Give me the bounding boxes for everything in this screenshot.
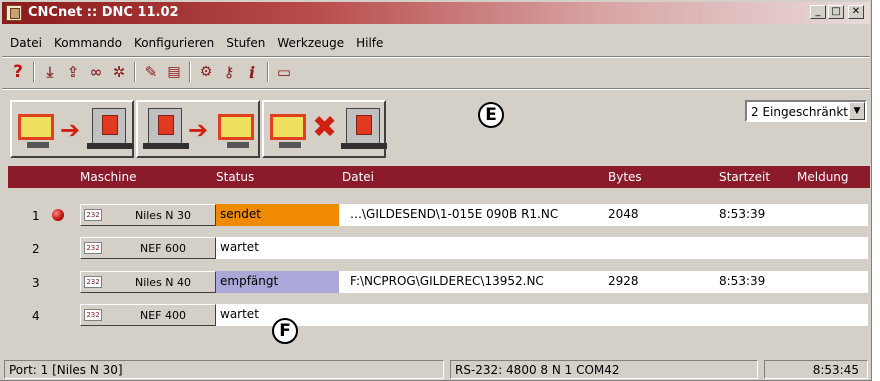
header-status[interactable]: Status <box>216 170 254 184</box>
table-row: 4 232 NEF 400 wartet <box>8 304 868 326</box>
title-bar: CNCnet :: DNC 11.02 _ □ ✕ <box>2 2 870 24</box>
minimize-button[interactable]: _ <box>810 5 826 19</box>
status-led-icon <box>52 209 64 221</box>
receive-from-machine-button[interactable]: ➔ <box>136 100 260 158</box>
callout-label: E <box>478 102 504 128</box>
close-button[interactable]: ✕ <box>848 5 864 19</box>
upload-icon[interactable]: ⇪ <box>63 62 83 82</box>
rs232-tag: 232 <box>84 242 102 254</box>
status-cell: empfängt <box>216 271 339 293</box>
machine-name: NEF 400 <box>140 309 186 322</box>
toolbar-separator <box>33 62 35 82</box>
rs232-tag: 232 <box>84 309 102 321</box>
bytes-cell: 2928 <box>608 274 639 288</box>
file-cell: …\GILDESEND\1-015E 090B R1.NC <box>350 207 559 221</box>
machine-button[interactable]: 232 Niles N 40 <box>80 271 216 293</box>
send-to-machine-button[interactable]: ➔ <box>10 100 134 158</box>
machine-name: NEF 600 <box>140 242 186 255</box>
app-window: CNCnet :: DNC 11.02 _ □ ✕ Datei Kommando… <box>0 0 872 381</box>
pc-icon <box>18 114 54 148</box>
machine-icon[interactable]: ⚙ <box>196 62 216 82</box>
toolbar-separator <box>134 62 136 82</box>
access-level-dropdown[interactable]: 2 Eingeschränkt ▼ <box>745 100 867 122</box>
menu-stufen[interactable]: Stufen <box>220 36 271 54</box>
arrow-right-icon: ➔ <box>188 116 209 144</box>
table-row: 1 232 Niles N 30 sendet …\GILDESEND\1-01… <box>8 204 868 226</box>
cross-icon: ✖ <box>312 110 338 145</box>
table-row: 3 232 Niles N 40 empfängt F:\NCPROG\GILD… <box>8 271 868 293</box>
start-cell: 8:53:39 <box>719 274 766 288</box>
dropdown-value: 2 Eingeschränkt <box>751 105 848 119</box>
row-number: 2 <box>32 242 40 256</box>
menu-separator <box>2 56 870 58</box>
toolbar: ? ⤓ ⇪ ∞ ✲ ✎ ▤ ⚙ ⚷ i ▭ <box>8 60 297 84</box>
machine-button[interactable]: 232 Niles N 30 <box>80 204 216 226</box>
header-machine[interactable]: Maschine <box>80 170 136 184</box>
row-number: 1 <box>32 209 40 223</box>
maximize-button[interactable]: □ <box>828 5 844 19</box>
app-icon <box>6 5 22 21</box>
toolbar-separator-line <box>2 88 870 90</box>
link-icon[interactable]: ∞ <box>86 62 106 82</box>
info-icon[interactable]: i <box>242 62 262 82</box>
trash-icon[interactable]: ▤ <box>164 62 184 82</box>
machine-icon <box>341 108 387 149</box>
status-cell: wartet <box>216 237 339 259</box>
status-serial: RS-232: 4800 8 N 1 COM42 <box>450 360 758 379</box>
machine-icon <box>87 108 133 149</box>
window-title: CNCnet :: DNC 11.02 <box>28 5 179 20</box>
row-info: sendet …\GILDESEND\1-015E 090B R1.NC 204… <box>216 204 868 226</box>
arrow-right-icon: ➔ <box>60 116 81 144</box>
rs232-tag: 232 <box>84 209 102 221</box>
cancel-transfer-button[interactable]: ✖ <box>262 100 387 158</box>
gear-icon[interactable]: ✲ <box>109 62 129 82</box>
toolbar-separator <box>267 62 269 82</box>
rs232-tag: 232 <box>84 276 102 288</box>
menu-werkzeuge[interactable]: Werkzeuge <box>271 36 350 54</box>
pc-icon <box>218 114 254 148</box>
help-icon[interactable]: ? <box>8 62 28 82</box>
header-start[interactable]: Startzeit <box>719 170 770 184</box>
machine-icon <box>143 108 189 149</box>
row-info: wartet <box>216 237 868 259</box>
callout-label: F <box>272 318 298 344</box>
machine-button[interactable]: 232 NEF 400 <box>80 304 216 326</box>
row-number: 3 <box>32 276 40 290</box>
pencil-icon[interactable]: ✎ <box>141 62 161 82</box>
row-info: wartet <box>216 304 868 326</box>
machine-name: Niles N 30 <box>134 209 192 222</box>
machine-button[interactable]: 232 NEF 600 <box>80 237 216 259</box>
start-cell: 8:53:39 <box>719 207 766 221</box>
column-header: Maschine Status Datei Bytes Startzeit Me… <box>8 166 870 188</box>
menu-datei[interactable]: Datei <box>4 36 48 54</box>
menu-konfigurieren[interactable]: Konfigurieren <box>128 36 220 54</box>
row-info: empfängt F:\NCPROG\GILDEREC\13952.NC 292… <box>216 271 868 293</box>
table-row: 2 232 NEF 600 wartet <box>8 237 868 259</box>
header-message[interactable]: Meldung <box>797 170 849 184</box>
status-cell: sendet <box>216 204 339 226</box>
row-number: 4 <box>32 309 40 323</box>
header-bytes[interactable]: Bytes <box>608 170 642 184</box>
status-port: Port: 1 [Niles N 30] <box>4 360 444 379</box>
header-file[interactable]: Datei <box>342 170 374 184</box>
download-icon[interactable]: ⤓ <box>40 62 60 82</box>
chevron-down-icon[interactable]: ▼ <box>849 102 865 120</box>
toolbar-separator <box>189 62 191 82</box>
file-cell: F:\NCPROG\GILDEREC\13952.NC <box>350 274 544 288</box>
machine-name: Niles N 40 <box>134 276 192 289</box>
pc-icon <box>270 114 306 148</box>
status-time: 8:53:45 <box>764 360 868 379</box>
bytes-cell: 2048 <box>608 207 639 221</box>
menu-kommando[interactable]: Kommando <box>48 36 128 54</box>
menu-bar: Datei Kommando Konfigurieren Stufen Werk… <box>4 36 389 54</box>
key-icon[interactable]: ⚷ <box>219 62 239 82</box>
message-icon[interactable]: ▭ <box>274 62 294 82</box>
menu-hilfe[interactable]: Hilfe <box>350 36 389 54</box>
